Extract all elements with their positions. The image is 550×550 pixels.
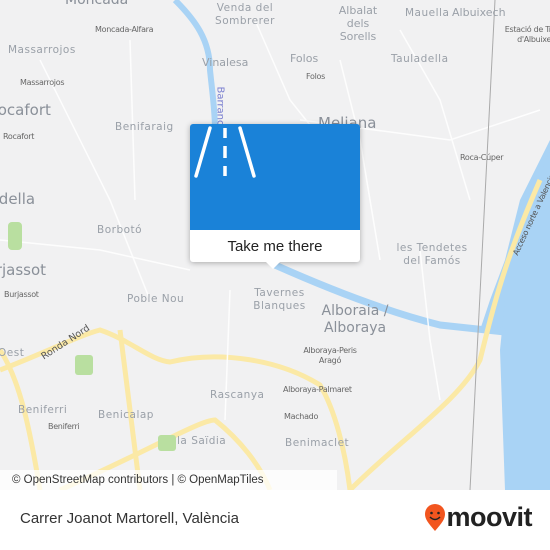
transit-stop-label: Alboraya-Peris Aragó (303, 346, 357, 365)
map-label: Moncada (65, 0, 129, 8)
map-label: la Saïdia (177, 435, 227, 447)
map-label: Benifaraig (115, 121, 174, 133)
map-label: les Tendetes del Famós (396, 242, 468, 267)
map-label: Tauladella (391, 53, 449, 65)
map-label: Albuixech (452, 6, 506, 19)
map-attribution[interactable]: © OpenStreetMap contributors | © OpenMap… (0, 470, 337, 490)
map-label: Benimaclet (285, 437, 350, 449)
railway-line (469, 0, 496, 490)
map-label: Estació de Tres d'Albuixech (504, 25, 550, 44)
moovit-pin-icon (425, 503, 446, 531)
map-label: Mauella (405, 7, 450, 19)
map-label: Albalat dels Sorells (338, 4, 378, 44)
park (8, 222, 22, 250)
destination-address: Carrer Joanot Martorell, València (20, 510, 239, 527)
map-label: Vinalesa (202, 56, 249, 69)
map-label: Rascanya (210, 389, 265, 401)
map-label: Godella (0, 190, 36, 208)
transit-stop-label: Beniferri (48, 422, 80, 431)
map-label: Benicalap (98, 409, 154, 421)
map-label: Massarrojos (8, 44, 76, 56)
river-label: Barranc (214, 86, 226, 126)
transit-stop-label: Massarrojos (20, 78, 65, 87)
transit-stop-label: Moncada-Alfara (95, 25, 154, 34)
transit-stop-label: Roca-Cúper (460, 153, 504, 162)
park (75, 355, 93, 375)
park (158, 435, 176, 451)
popup-header (190, 124, 360, 230)
map-label: Borbotó (97, 224, 143, 236)
map-label: Venda del Sombrerer (215, 2, 275, 27)
map-label: Tavernes Blanques (253, 287, 306, 312)
map-label: Folos (290, 52, 319, 65)
map-label: Beniferri (18, 404, 68, 416)
popup-pointer (266, 262, 280, 269)
footer: Carrer Joanot Martorell, València moovit (0, 490, 550, 550)
transit-stop-label: Burjassot (4, 290, 39, 299)
transit-stop-label: Alboraya-Palmaret (283, 385, 352, 394)
map-label: Rocafort (0, 101, 51, 119)
transit-stop-label: Rocafort (3, 132, 35, 141)
transit-stop-label: Machado (284, 412, 319, 421)
map-label: Poble Nou (127, 293, 185, 305)
location-popup: Take me there (190, 124, 360, 269)
map-label: Burjassot (0, 261, 47, 279)
road-icon (194, 126, 256, 178)
moovit-wordmark: moovit (446, 502, 532, 532)
map-label: Oest (0, 347, 25, 359)
map-label: Alboraia / Alboraya (321, 303, 389, 336)
take-me-there-button[interactable]: Take me there (190, 230, 360, 262)
moovit-logo[interactable]: moovit (424, 502, 532, 533)
transit-stop-label: Folos (306, 72, 325, 81)
map[interactable]: Moncada Venda del Sombrerer Albalat dels… (0, 0, 550, 490)
